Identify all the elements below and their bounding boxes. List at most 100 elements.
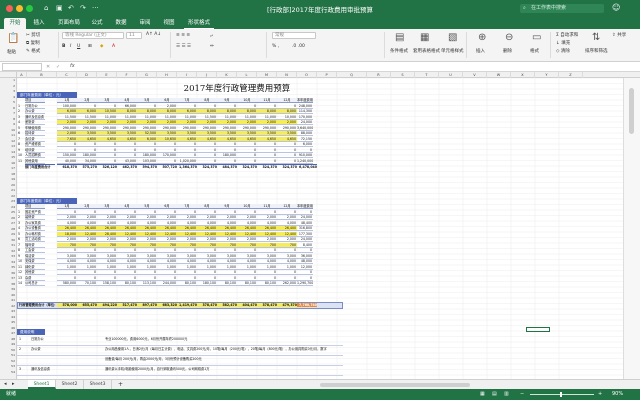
conditional-format-button[interactable]: 条件格式 [390, 48, 408, 54]
table1-cell: 11,000 [97, 115, 117, 120]
table1-cell: 11,000 [177, 115, 197, 120]
paste-button[interactable]: 粘贴 [7, 49, 16, 55]
cut-button[interactable]: ✂ 剪切 [26, 32, 40, 38]
delete-cells-icon[interactable]: ⊖ [505, 32, 513, 43]
normal-view-icon[interactable]: ▦ [480, 389, 485, 400]
table1-cell: 170,000 [297, 114, 313, 120]
number-format-select[interactable]: 常规 [272, 32, 316, 39]
table1-cell: 0 [217, 159, 237, 164]
table2-cell: 3,000 [137, 254, 157, 259]
percent-icon[interactable]: % , [272, 44, 279, 49]
page-layout-view-icon[interactable]: ▤ [492, 389, 497, 400]
copy-button[interactable]: ⧉ 复制 [26, 40, 40, 46]
table1-cell: 170,000 [157, 153, 177, 158]
sheet-tab-3[interactable]: Sheet3 [84, 380, 112, 389]
tab-home[interactable]: 开始 [4, 18, 26, 29]
vertical-scrollbar[interactable] [623, 78, 640, 379]
next-sheet-icon[interactable]: ▸ [12, 381, 15, 387]
font-grow-icon[interactable]: A↑ A↓ [146, 32, 161, 37]
table2-cell: 0 [237, 210, 257, 215]
table1-cell: 办公费 [25, 109, 45, 114]
vertical-scroll-thumb[interactable] [629, 88, 634, 134]
zoom-out-icon[interactable]: − [520, 389, 524, 400]
conditional-format-icon[interactable]: ▤ [395, 32, 404, 43]
tab-page-layout[interactable]: 页面布局 [54, 18, 84, 29]
selected-cell[interactable] [526, 327, 550, 332]
zoom-slider[interactable] [530, 394, 594, 395]
paste-icon[interactable]: 📋 [7, 33, 19, 44]
tab-insert[interactable]: 插入 [30, 18, 48, 29]
table2-cell: 工会费 [25, 248, 45, 253]
table1-cell: 0 [97, 148, 117, 153]
clear-button[interactable]: ◇ 清除 [556, 48, 570, 54]
font-size-select[interactable]: 11 [126, 32, 142, 39]
table2-cell: 2,000 [277, 237, 297, 242]
table2-cell: 26,400 [257, 226, 277, 231]
table1-cell: 2,000 [177, 120, 197, 125]
italic-button[interactable]: I [70, 44, 71, 49]
table1-cell: 8,000 [277, 109, 297, 114]
tab-formulas[interactable]: 公式 [88, 18, 106, 29]
table2-cell: 158,100 [97, 281, 117, 286]
delete-cells-button[interactable]: 删除 [503, 48, 512, 54]
name-box[interactable] [2, 63, 42, 71]
share-button[interactable]: ⇪ 共享 [612, 32, 626, 38]
fill-button[interactable]: ↓ 填充 [556, 40, 570, 46]
tab-shape-format[interactable]: 形状格式 [184, 18, 214, 29]
sort-filter-button[interactable]: 排序和筛选 [585, 48, 608, 54]
zoom-in-icon[interactable]: + [598, 389, 602, 400]
wrap-text-icon[interactable]: ⤶ [210, 33, 213, 39]
fill-color-icon[interactable]: ◆ [100, 44, 103, 49]
table2-cell: 3,000 [257, 254, 277, 259]
table2-cell: 180,100 [197, 281, 217, 286]
format-cells-button[interactable]: 格式 [530, 48, 539, 54]
underline-button[interactable]: U [77, 44, 80, 49]
horizontal-scroll-thumb[interactable] [320, 383, 470, 387]
formula-input[interactable] [82, 63, 636, 71]
bold-button[interactable]: B [62, 44, 65, 49]
merge-icon[interactable]: ⇔ [210, 44, 214, 49]
insert-cells-icon[interactable]: ⊕ [478, 32, 486, 43]
border-icon[interactable]: ⊞ [88, 44, 92, 49]
user-icon[interactable]: ☺ [612, 3, 620, 12]
table2-cell: 杂费 [25, 276, 45, 281]
page-break-view-icon[interactable]: ▥ [504, 389, 509, 400]
tab-review[interactable]: 审阅 [136, 18, 154, 29]
align-left-icon[interactable]: ☰ ☰ ☰ [176, 44, 191, 49]
table2-cell: 0 [277, 270, 297, 275]
confirm-icon[interactable]: ✓ [56, 64, 60, 70]
cell-style-icon[interactable]: ▧ [448, 32, 457, 43]
tab-data[interactable]: 数据 [112, 18, 130, 29]
sort-filter-icon[interactable]: ⇅ [592, 32, 600, 43]
table1-cell: 8,000 [117, 109, 137, 114]
format-cells-icon[interactable]: ▭ [532, 32, 541, 43]
table-format-icon[interactable]: ▦ [420, 32, 429, 43]
autosum-button[interactable]: Σ 自动求和 [556, 32, 578, 38]
fx-label[interactable]: fx [70, 63, 75, 69]
search-input[interactable]: ⌕ 在工作表中搜索 [520, 4, 604, 13]
ribbon: 📋 粘贴 ✂ 剪切 ⧉ 复制 ✎ 格式 等线 Regular (正文) 11 A… [0, 29, 640, 62]
align-top-icon[interactable]: ≡ ≡ ≡ [176, 33, 190, 38]
table-format-button[interactable]: 套用表格格式 [413, 48, 440, 54]
worksheet-grid[interactable]: 2017年度行政管理费用预算 部门年度费用（单位：元） 部门年度费用（单位：元）… [17, 78, 623, 379]
table2-cell: 700 [97, 242, 117, 248]
insert-cells-button[interactable]: 插入 [476, 48, 485, 54]
sheet-tab-1[interactable]: Sheet1 [28, 380, 56, 389]
font-color-icon[interactable]: A [112, 44, 115, 49]
table1-cell: 3,500 [177, 131, 197, 136]
format-painter-button[interactable]: ✎ 格式 [26, 48, 40, 54]
decimal-icon[interactable]: .0 .00 [292, 44, 305, 49]
table2-cell: 3,000 [57, 254, 77, 259]
tab-view[interactable]: 视图 [160, 18, 178, 29]
zoom-slider-thumb[interactable] [560, 392, 562, 397]
cancel-icon[interactable]: ✕ [46, 64, 50, 70]
prev-sheet-icon[interactable]: ◂ [4, 381, 7, 387]
table1-cell: 0 [177, 153, 197, 158]
add-sheet-icon[interactable]: + [118, 381, 123, 388]
table2-cell: 24,000 [297, 215, 313, 220]
cell-style-button[interactable]: 单元格样式 [441, 48, 464, 54]
font-name-select[interactable]: 等线 Regular (正文) [62, 32, 124, 39]
sheet-tab-2[interactable]: Sheet2 [56, 380, 84, 389]
table2-cell: 4,000 [57, 221, 77, 226]
table2-cell: 8,400 [297, 243, 313, 248]
